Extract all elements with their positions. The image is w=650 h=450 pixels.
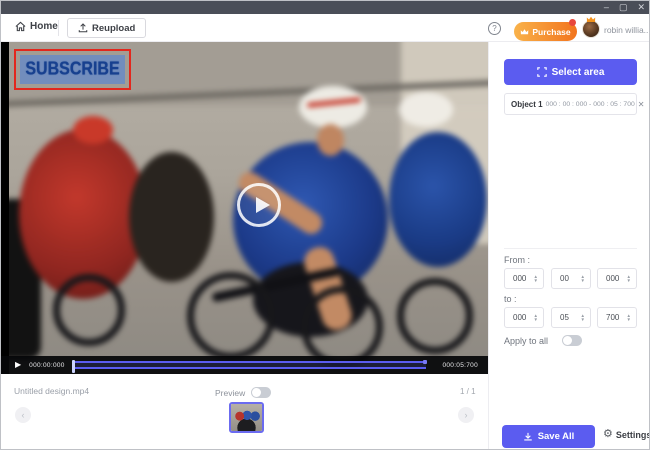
play-overlay-button[interactable] bbox=[237, 183, 281, 227]
to-minutes-stepper[interactable]: 000 ▲▼ bbox=[504, 307, 544, 328]
chevron-left-icon: ‹ bbox=[22, 410, 25, 420]
to-seconds-stepper[interactable]: 05 ▲▼ bbox=[551, 307, 591, 328]
object-name: Object 1 bbox=[511, 100, 543, 109]
stepper-arrows[interactable]: ▲▼ bbox=[627, 314, 636, 322]
watermark-text: SUBSCRIBE bbox=[25, 59, 119, 80]
to-label: to : bbox=[504, 294, 517, 304]
play-button[interactable]: ▶ bbox=[15, 361, 21, 369]
stepper-arrows[interactable]: ▲▼ bbox=[534, 275, 543, 283]
header: Home Reupload ? Purchase robin willia... bbox=[1, 14, 650, 42]
select-area-button[interactable]: Select area bbox=[504, 59, 637, 85]
prev-thumbnail-button[interactable]: ‹ bbox=[15, 407, 31, 423]
file-name: Untitled design.mp4 bbox=[14, 386, 89, 396]
stepper-down-icon[interactable]: ▼ bbox=[581, 279, 585, 283]
thumbnail-image bbox=[231, 404, 262, 431]
notification-dot bbox=[569, 19, 576, 26]
stepper-arrows[interactable]: ▲▼ bbox=[627, 275, 636, 283]
crown-icon bbox=[520, 28, 529, 36]
preview-label: Preview bbox=[215, 388, 245, 398]
from-label: From : bbox=[504, 255, 530, 265]
settings-label: Settings bbox=[616, 430, 650, 440]
toggle-knob bbox=[563, 336, 572, 345]
stepper-arrows[interactable]: ▲▼ bbox=[581, 314, 590, 322]
stepper-arrows[interactable]: ▲▼ bbox=[581, 275, 590, 283]
chevron-right-icon: › bbox=[465, 410, 468, 420]
save-all-label: Save All bbox=[538, 431, 575, 442]
end-time: 000:05:700 bbox=[442, 362, 478, 369]
current-time: 000:00:000 bbox=[29, 362, 65, 369]
from-minutes-stepper[interactable]: 000 ▲▼ bbox=[504, 268, 544, 289]
player-controls: ▶ 000:00:000 000:05:700 bbox=[1, 356, 488, 374]
app-window: – ▢ ✕ Home Reupload ? Purchase bbox=[0, 0, 650, 450]
stepper-value: 700 bbox=[598, 313, 627, 322]
purchase-button[interactable]: Purchase bbox=[514, 22, 577, 41]
settings-button[interactable]: ⚙ Settings bbox=[603, 429, 650, 440]
help-icon: ? bbox=[492, 24, 496, 33]
upload-icon bbox=[78, 23, 88, 33]
save-all-button[interactable]: Save All bbox=[502, 425, 595, 448]
remove-object-icon[interactable]: ✕ bbox=[638, 100, 645, 109]
reupload-button[interactable]: Reupload bbox=[67, 18, 146, 38]
close-icon[interactable]: ✕ bbox=[637, 3, 645, 12]
window-controls: – ▢ ✕ bbox=[604, 1, 645, 14]
stepper-value: 00 bbox=[552, 274, 581, 283]
from-seconds-stepper[interactable]: 00 ▲▼ bbox=[551, 268, 591, 289]
home-icon bbox=[15, 21, 26, 32]
select-area-icon bbox=[537, 67, 547, 77]
stepper-value: 000 bbox=[505, 274, 534, 283]
home-button[interactable]: Home bbox=[15, 21, 58, 32]
sidebar: Select area Object 1 000 : 00 : 000 - 00… bbox=[488, 42, 650, 450]
timeline-handle[interactable] bbox=[72, 360, 75, 373]
minimize-icon[interactable]: – bbox=[604, 3, 609, 12]
download-icon bbox=[523, 432, 533, 442]
footer-panel: Untitled design.mp4 Preview 1 / 1 ‹ › bbox=[1, 374, 488, 450]
from-millis-stepper[interactable]: 000 ▲▼ bbox=[597, 268, 637, 289]
watermark-selection-box[interactable]: SUBSCRIBE bbox=[14, 49, 131, 90]
home-label: Home bbox=[30, 21, 58, 32]
stepper-value: 000 bbox=[505, 313, 534, 322]
stepper-down-icon[interactable]: ▼ bbox=[534, 318, 538, 322]
gear-icon: ⚙ bbox=[603, 429, 613, 440]
stepper-value: 05 bbox=[552, 313, 581, 322]
help-button[interactable]: ? bbox=[488, 22, 501, 35]
header-divider bbox=[58, 20, 59, 36]
stepper-down-icon[interactable]: ▼ bbox=[581, 318, 585, 322]
thumbnail-selected[interactable] bbox=[229, 402, 264, 433]
titlebar: – ▢ ✕ bbox=[1, 1, 650, 14]
apply-to-all-toggle[interactable] bbox=[562, 335, 582, 346]
stepper-down-icon[interactable]: ▼ bbox=[627, 279, 631, 283]
stepper-arrows[interactable]: ▲▼ bbox=[534, 314, 543, 322]
purchase-label: Purchase bbox=[532, 27, 570, 37]
stepper-down-icon[interactable]: ▼ bbox=[534, 279, 538, 283]
user-name[interactable]: robin willia... bbox=[604, 25, 650, 35]
watermark: SUBSCRIBE bbox=[20, 55, 125, 84]
apply-to-all-label: Apply to all bbox=[504, 336, 548, 346]
avatar-crown-icon bbox=[586, 16, 596, 23]
maximize-icon[interactable]: ▢ bbox=[619, 3, 628, 12]
select-area-label: Select area bbox=[552, 67, 605, 78]
preview-toggle[interactable] bbox=[251, 387, 271, 398]
stepper-down-icon[interactable]: ▼ bbox=[627, 318, 631, 322]
timeline-end-dot bbox=[423, 360, 427, 364]
play-icon bbox=[256, 197, 270, 213]
timeline-track[interactable] bbox=[73, 361, 427, 369]
page-indicator: 1 / 1 bbox=[460, 387, 476, 396]
object-list-item[interactable]: Object 1 000 : 00 : 000 - 000 : 05 : 700… bbox=[504, 93, 637, 115]
toggle-knob bbox=[252, 388, 261, 397]
video-preview: SUBSCRIBE ▶ 000:00:000 000:05:700 bbox=[1, 42, 488, 374]
object-time-range: 000 : 00 : 000 - 000 : 05 : 700 bbox=[546, 101, 635, 108]
to-millis-stepper[interactable]: 700 ▲▼ bbox=[597, 307, 637, 328]
reupload-label: Reupload bbox=[92, 23, 135, 34]
next-thumbnail-button[interactable]: › bbox=[458, 407, 474, 423]
sidebar-divider bbox=[504, 248, 637, 249]
stepper-value: 000 bbox=[598, 274, 627, 283]
